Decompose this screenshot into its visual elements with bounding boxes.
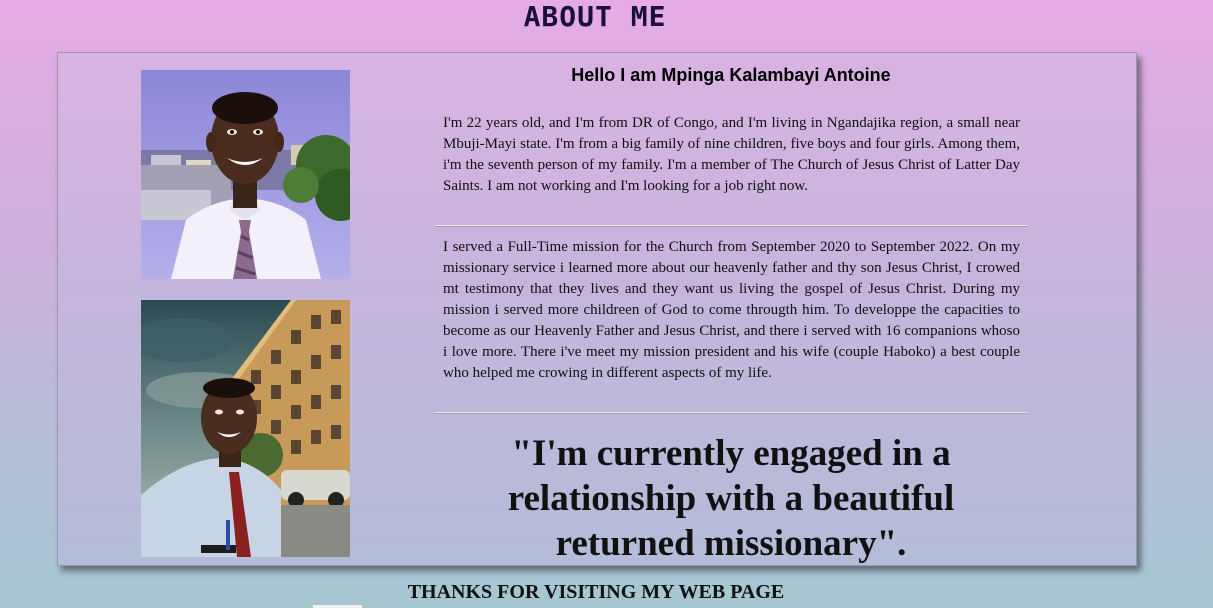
selfie-photo-icon <box>141 300 350 557</box>
portrait-photo-icon <box>141 70 350 279</box>
divider <box>435 412 1027 414</box>
page-title: ABOUT ME <box>523 0 667 33</box>
relationship-quote: "I'm currently engaged in a relationship… <box>507 433 955 564</box>
intro-paragraph: I'm 22 years old, and I'm from DR of Con… <box>443 115 1020 194</box>
greeting-heading: Hello I am Mpinga Kalambayi Antoine <box>571 65 891 85</box>
footer-thanks: THANKS FOR VISITING MY WEB PAGE <box>407 581 785 603</box>
divider <box>435 225 1027 227</box>
mission-paragraph: I served a Full-Time mission for the Chu… <box>443 239 1020 381</box>
about-card: Hello I am Mpinga Kalambayi Antoine I'm … <box>57 52 1137 566</box>
